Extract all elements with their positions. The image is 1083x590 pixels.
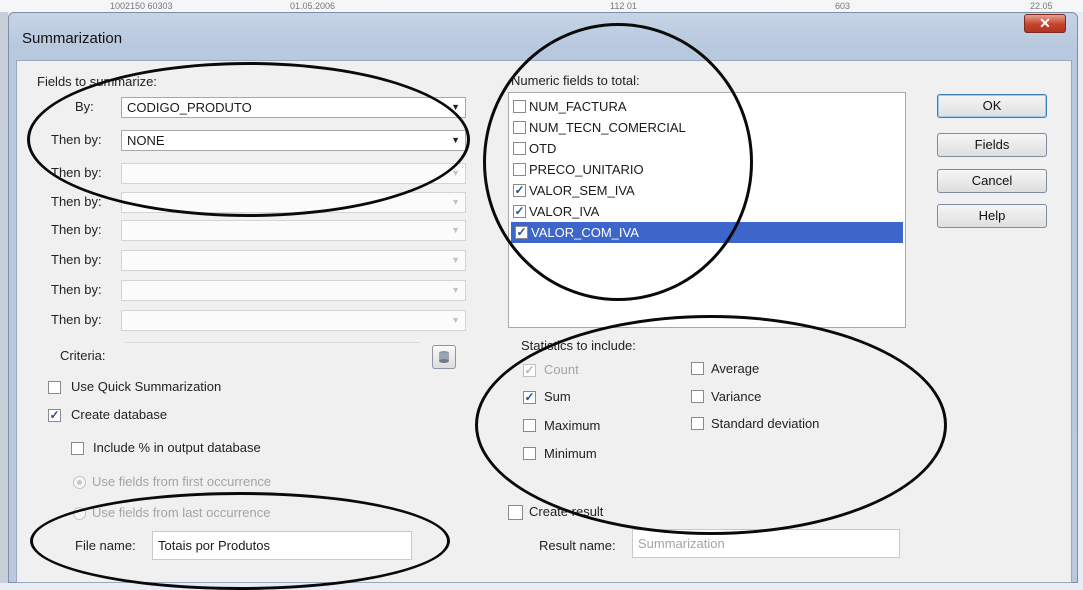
help-button[interactable]: Help <box>937 204 1047 228</box>
chevron-down-icon: ▼ <box>451 255 460 265</box>
variance-label: Variance <box>711 389 762 404</box>
background-cell: 1002150 60303 <box>110 1 173 11</box>
then-by-label: Then by: <box>51 312 102 327</box>
result-name-input[interactable]: Summarization <box>632 529 900 558</box>
background-cell: 112 01 <box>610 1 637 11</box>
count-checkbox[interactable]: ✓ <box>523 364 536 377</box>
average-checkbox[interactable] <box>691 362 704 375</box>
then-by-label: Then by: <box>51 252 102 267</box>
then-by-field-select[interactable]: ▼ <box>121 220 466 241</box>
create-database-label: Create database <box>71 407 168 422</box>
then-by-field-select[interactable]: ▼ <box>121 192 466 213</box>
numeric-field-label: OTD <box>529 141 557 156</box>
chevron-down-icon: ▼ <box>451 135 460 145</box>
variance-checkbox[interactable] <box>691 390 704 403</box>
select-value: CODIGO_PRODUTO <box>127 100 252 115</box>
select-value: NONE <box>127 133 165 148</box>
count-label: Count <box>544 362 579 377</box>
numeric-field-item[interactable]: NUM_TECN_COMERCIAL <box>509 117 901 138</box>
by-field-select[interactable]: CODIGO_PRODUTO ▼ <box>121 97 466 118</box>
criteria-field[interactable] <box>125 342 420 343</box>
numeric-field-checkbox[interactable]: ✓ <box>515 226 528 239</box>
chevron-down-icon: ▼ <box>451 197 460 207</box>
numeric-field-item[interactable]: ✓ VALOR_SEM_IVA <box>509 180 901 201</box>
maximum-label: Maximum <box>544 418 601 433</box>
sum-label: Sum <box>544 389 571 404</box>
numeric-field-label: NUM_TECN_COMERCIAL <box>529 120 686 135</box>
numeric-field-item[interactable]: OTD <box>509 138 901 159</box>
create-result-checkbox[interactable] <box>508 505 523 520</box>
chevron-down-icon: ▼ <box>451 315 460 325</box>
numeric-field-label: VALOR_COM_IVA <box>531 225 639 240</box>
file-name-input[interactable]: Totais por Produtos <box>152 531 412 560</box>
average-label: Average <box>711 361 760 376</box>
numeric-field-label: VALOR_IVA <box>529 204 600 219</box>
last-occurrence-label: Use fields from last occurrence <box>92 505 271 520</box>
ok-button[interactable]: OK <box>937 94 1047 118</box>
numeric-fields-list[interactable]: NUM_FACTURA NUM_TECN_COMERCIAL OTD PRECO_UN… <box>508 92 906 328</box>
cancel-button[interactable]: Cancel <box>937 169 1047 193</box>
dialog-title: Summarization <box>22 30 123 47</box>
database-icon <box>439 351 449 363</box>
by-label: By: <box>75 99 94 114</box>
background-row-ruler <box>0 12 8 583</box>
then-by-label: Then by: <box>51 222 102 237</box>
background-cell: 01.05.2006 <box>290 1 336 11</box>
quick-summarization-checkbox[interactable] <box>48 381 61 394</box>
include-percent-label: Include % in output database <box>93 440 261 455</box>
file-name-label: File name: <box>75 538 136 553</box>
numeric-field-label: NUM_FACTURA <box>529 99 627 114</box>
statistics-heading: Statistics to include: <box>521 338 636 353</box>
then-by-field-select[interactable]: ▼ <box>121 310 466 331</box>
chevron-down-icon: ▼ <box>451 285 460 295</box>
fields-to-summarize-heading: Fields to summarize: <box>37 74 157 89</box>
then-by-field-select[interactable]: ▼ <box>121 280 466 301</box>
std-deviation-label: Standard deviation <box>711 416 820 431</box>
numeric-field-checkbox[interactable] <box>513 142 526 155</box>
numeric-field-checkbox[interactable]: ✓ <box>513 205 526 218</box>
numeric-field-item[interactable]: PRECO_UNITARIO <box>509 159 901 180</box>
numeric-field-item[interactable]: NUM_FACTURA <box>509 96 901 117</box>
numeric-field-label: VALOR_SEM_IVA <box>529 183 635 198</box>
criteria-editor-button[interactable] <box>432 345 456 369</box>
numeric-field-item[interactable]: ✓ VALOR_COM_IVA <box>511 222 903 243</box>
include-percent-checkbox[interactable] <box>71 442 84 455</box>
then-by-field-select[interactable]: ▼ <box>121 250 466 271</box>
then-by-label: Then by: <box>51 194 102 209</box>
background-table-strip: 1002150 60303 01.05.2006 112 01 603 22.0… <box>0 0 1083 12</box>
numeric-field-checkbox[interactable]: ✓ <box>513 184 526 197</box>
then-by-label: Then by: <box>51 165 102 180</box>
quick-summarization-label: Use Quick Summarization <box>71 379 222 394</box>
background-cell: 22.05 <box>1030 1 1053 11</box>
numeric-field-checkbox[interactable] <box>513 100 526 113</box>
then-by-label: Then by: <box>51 132 102 147</box>
numeric-field-label: PRECO_UNITARIO <box>529 162 644 177</box>
std-deviation-checkbox[interactable] <box>691 417 704 430</box>
create-result-label: Create result <box>529 504 604 519</box>
first-occurrence-radio[interactable] <box>73 476 86 489</box>
sum-checkbox[interactable]: ✓ <box>523 391 536 404</box>
numeric-fields-heading: Numeric fields to total: <box>511 73 640 88</box>
chevron-down-icon: ▼ <box>451 168 460 178</box>
criteria-label: Criteria: <box>60 348 106 363</box>
numeric-field-checkbox[interactable] <box>513 121 526 134</box>
create-database-checkbox[interactable]: ✓ <box>48 409 61 422</box>
background-cell: 603 <box>835 1 851 11</box>
then-by-field-select[interactable]: NONE ▼ <box>121 130 466 151</box>
minimum-label: Minimum <box>544 446 597 461</box>
chevron-down-icon: ▼ <box>451 102 460 112</box>
maximum-checkbox[interactable] <box>523 419 536 432</box>
result-name-label: Result name: <box>539 538 616 553</box>
fields-button[interactable]: Fields <box>937 133 1047 157</box>
close-button[interactable]: ✕ <box>1024 14 1066 33</box>
first-occurrence-label: Use fields from first occurrence <box>92 474 272 489</box>
then-by-field-select[interactable]: ▼ <box>121 163 466 184</box>
chevron-down-icon: ▼ <box>451 225 460 235</box>
minimum-checkbox[interactable] <box>523 447 536 460</box>
numeric-field-checkbox[interactable] <box>513 163 526 176</box>
numeric-field-item[interactable]: ✓ VALOR_IVA <box>509 201 901 222</box>
last-occurrence-radio[interactable] <box>73 507 86 520</box>
then-by-label: Then by: <box>51 282 102 297</box>
